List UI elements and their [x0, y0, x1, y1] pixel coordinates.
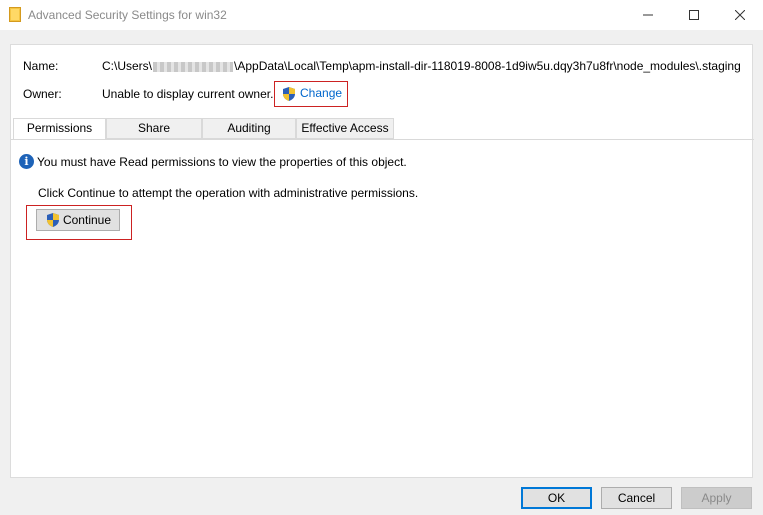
- content-panel: Name: C:\Users\ \AppData\Local\Temp\apm-i…: [10, 44, 754, 478]
- name-path-prefix: C:\Users\: [102, 59, 153, 73]
- info-icon: i: [19, 154, 34, 169]
- uac-shield-icon: [45, 212, 61, 228]
- continue-highlight: Continue: [26, 205, 132, 240]
- info-text: You must have Read permissions to view t…: [37, 154, 407, 169]
- name-label: Name:: [23, 59, 59, 73]
- tab-permissions[interactable]: Permissions: [13, 118, 106, 140]
- ok-button[interactable]: OK: [521, 487, 592, 509]
- close-icon: [735, 10, 745, 20]
- continue-label: Continue: [62, 213, 112, 227]
- apply-button[interactable]: Apply: [681, 487, 752, 509]
- continue-button[interactable]: Continue: [36, 209, 120, 231]
- name-value: C:\Users\ \AppData\Local\Temp\apm-install…: [102, 59, 742, 73]
- cancel-button[interactable]: Cancel: [601, 487, 672, 509]
- window-title: Advanced Security Settings for win32: [28, 8, 227, 22]
- maximize-icon: [689, 10, 699, 20]
- dialog-body: Name: C:\Users\ \AppData\Local\Temp\apm-i…: [0, 30, 763, 515]
- tab-divider: [11, 139, 754, 140]
- info-message: i You must have Read permissions to view…: [19, 154, 407, 169]
- name-path-suffix: \AppData\Local\Temp\apm-install-dir-1180…: [234, 59, 741, 73]
- change-owner-link[interactable]: Change: [274, 81, 349, 107]
- change-label: Change: [300, 86, 343, 100]
- maximize-button[interactable]: [671, 0, 717, 30]
- tab-share[interactable]: Share: [106, 118, 202, 139]
- folder-icon: [9, 7, 21, 22]
- minimize-button[interactable]: [625, 0, 671, 30]
- redacted-username: [153, 61, 234, 72]
- tab-effective-access[interactable]: Effective Access: [296, 118, 394, 139]
- uac-shield-icon: [281, 86, 297, 102]
- title-bar: Advanced Security Settings for win32: [0, 0, 763, 30]
- tab-auditing[interactable]: Auditing: [202, 118, 296, 139]
- owner-label: Owner:: [23, 87, 62, 101]
- instruction-text: Click Continue to attempt the operation …: [38, 186, 419, 200]
- minimize-icon: [643, 14, 653, 16]
- close-button[interactable]: [717, 0, 763, 30]
- owner-value: Unable to display current owner.: [102, 87, 274, 101]
- tab-strip: Permissions Share Auditing Effective Acc…: [13, 118, 754, 140]
